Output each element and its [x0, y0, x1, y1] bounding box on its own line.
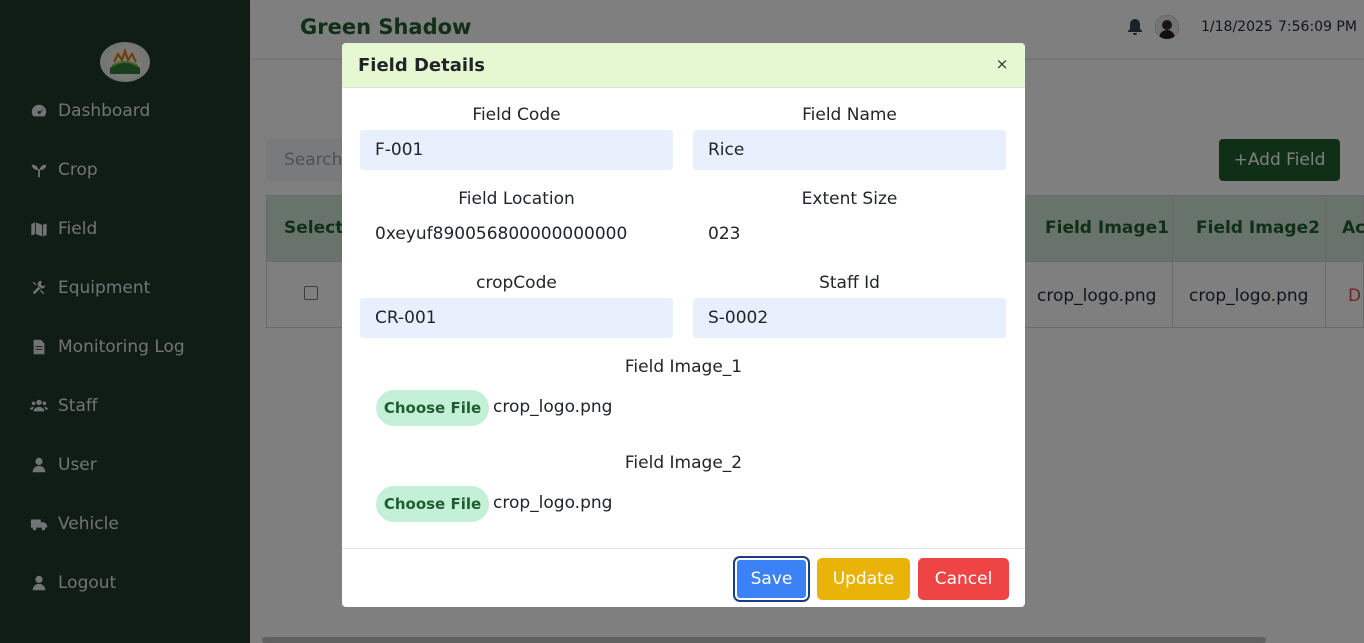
file-name-2: crop_logo.png — [493, 493, 613, 513]
crop-code-input[interactable] — [360, 298, 673, 338]
field-code-label: Field Code — [472, 105, 561, 125]
staff-id-label: Staff Id — [819, 273, 880, 293]
crop-code-label: cropCode — [476, 273, 557, 293]
field-details-modal: Field Details × Field Code Field Name Fi… — [342, 43, 1025, 607]
field-image-2-label: Field Image_2 — [624, 453, 743, 473]
extent-size-label: Extent Size — [801, 189, 898, 209]
choose-file-button-2[interactable]: Choose File — [376, 486, 489, 522]
field-location-input[interactable] — [360, 214, 673, 254]
field-image-1-label: Field Image_1 — [624, 357, 743, 377]
staff-id-input[interactable] — [693, 298, 1006, 338]
update-button[interactable]: Update — [817, 558, 910, 600]
field-code-input[interactable] — [360, 130, 673, 170]
file-name-1: crop_logo.png — [493, 397, 613, 417]
modal-footer: Save Update Cancel — [342, 548, 1025, 607]
field-name-input[interactable] — [693, 130, 1006, 170]
modal-title: Field Details — [358, 55, 485, 76]
cancel-button[interactable]: Cancel — [918, 558, 1009, 600]
field-location-label: Field Location — [458, 189, 575, 209]
extent-size-input[interactable] — [693, 214, 1006, 254]
close-icon[interactable]: × — [994, 54, 1010, 74]
save-button[interactable]: Save — [735, 558, 808, 600]
modal-header: Field Details × — [342, 43, 1025, 88]
choose-file-button-1[interactable]: Choose File — [376, 390, 489, 426]
field-name-label: Field Name — [802, 105, 897, 125]
